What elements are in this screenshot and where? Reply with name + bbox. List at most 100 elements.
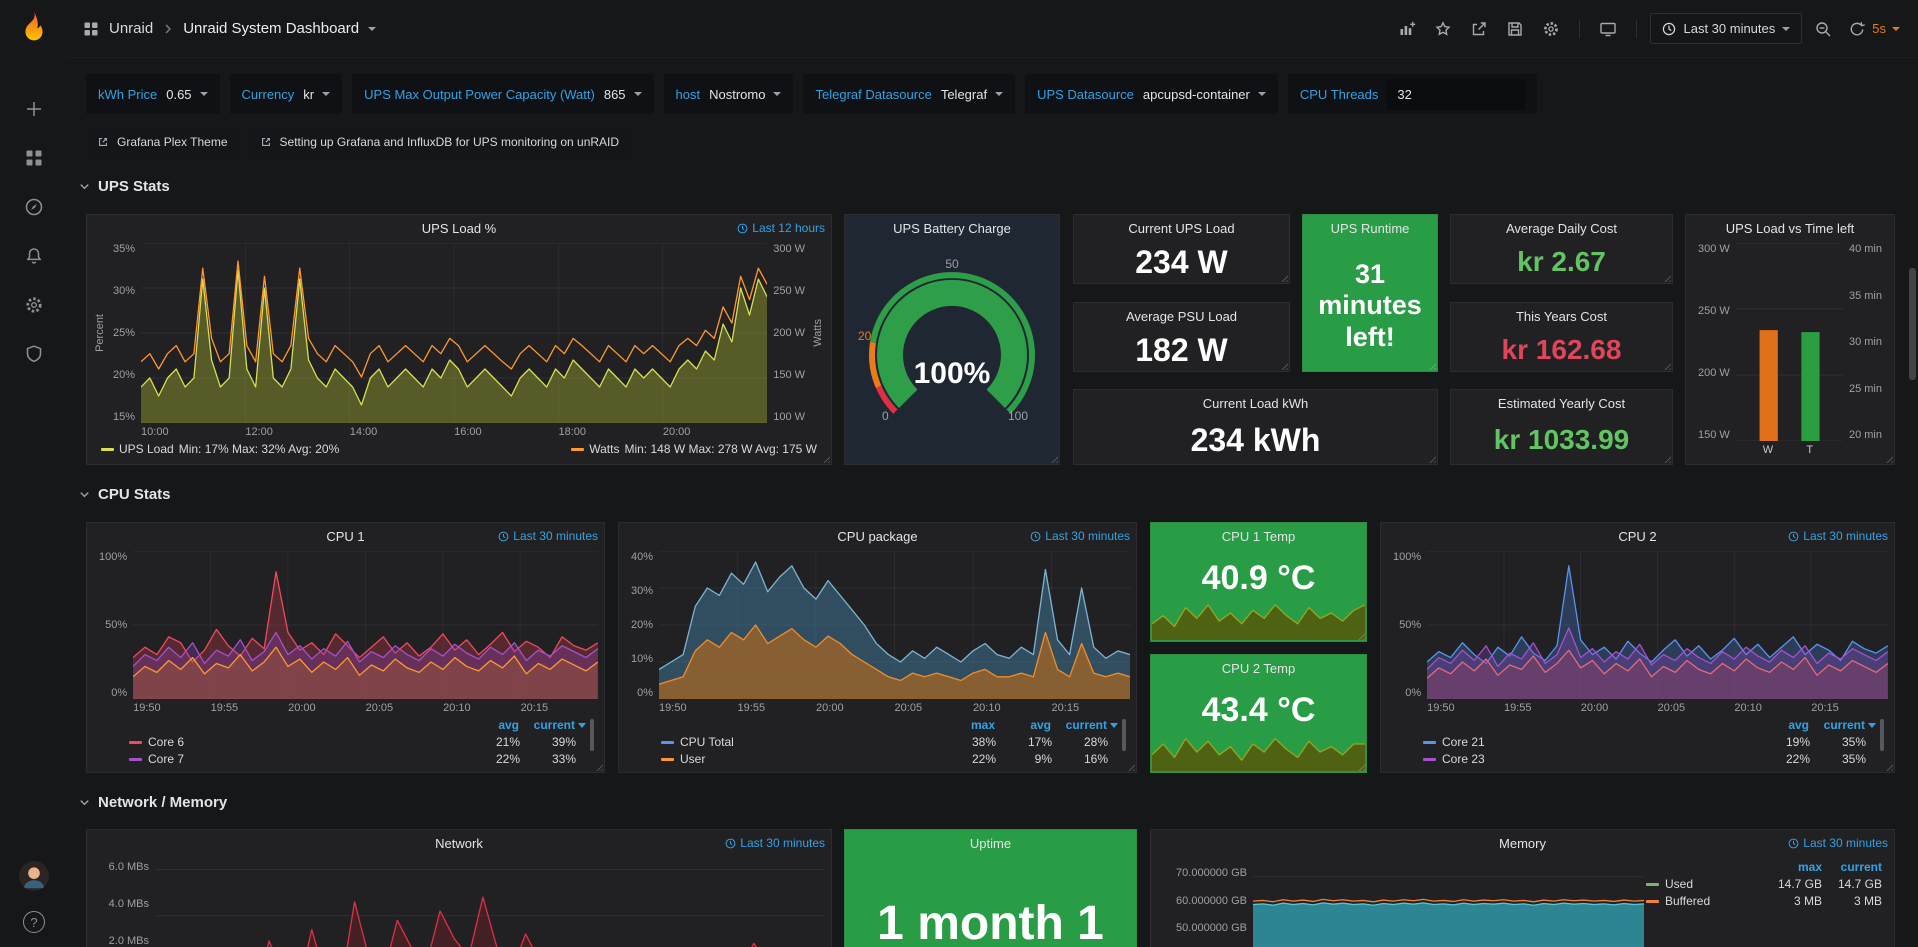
add-panel-button[interactable]: [1392, 14, 1422, 44]
star-icon: [1434, 20, 1452, 38]
time-range-label: Last 30 minutes: [1683, 21, 1775, 36]
legend-series-toggle[interactable]: User 22% 9% 16%: [661, 752, 1108, 766]
panel-time-range[interactable]: Last 30 minutes: [498, 529, 598, 543]
panel-title[interactable]: Uptime: [970, 836, 1011, 851]
panel-time-range[interactable]: Last 30 minutes: [1788, 529, 1888, 543]
configuration-gear-icon[interactable]: [24, 295, 44, 315]
user-avatar[interactable]: [19, 861, 49, 891]
panel-cpu2-temp: CPU 2 Temp 43.4 °C: [1150, 654, 1367, 773]
legend-series-toggle[interactable]: Used 14.7 GB 14.7 GB: [1646, 877, 1882, 891]
plot-area[interactable]: 19:5019:5520:0020:0520:1020:15: [1427, 551, 1888, 699]
dashboard-dropdown-caret[interactable]: [368, 27, 376, 31]
legend-scrollbar[interactable]: [590, 719, 594, 751]
section-cpu-stats[interactable]: CPU Stats: [78, 483, 171, 505]
legend-col-max[interactable]: max: [939, 718, 995, 732]
variable-value-dropdown[interactable]: apcupsd-container: [1143, 87, 1266, 102]
panel-time-range[interactable]: Last 12 hours: [737, 221, 825, 235]
legend-col-avg[interactable]: avg: [1753, 718, 1809, 732]
save-button[interactable]: [1500, 14, 1530, 44]
panel-title[interactable]: CPU package: [837, 529, 917, 544]
legend-series-toggle[interactable]: Watts Min: 148 W Max: 278 W Avg: 175 W: [571, 442, 817, 456]
panel-title[interactable]: Current Load kWh: [1203, 396, 1309, 411]
variable-value-dropdown[interactable]: 865: [604, 87, 642, 102]
section-network-memory[interactable]: Network / Memory: [78, 791, 227, 813]
panel-time-range[interactable]: Last 30 minutes: [1788, 836, 1888, 850]
star-button[interactable]: [1428, 14, 1458, 44]
section-ups-stats[interactable]: UPS Stats: [78, 175, 170, 197]
plot-area[interactable]: 10:0012:0014:0016:0018:0020:00: [141, 243, 767, 423]
legend-series-toggle[interactable]: UPS Load Min: 17% Max: 32% Avg: 20%: [101, 442, 339, 456]
tick-label: 19:50: [1427, 702, 1504, 714]
share-button[interactable]: [1464, 14, 1494, 44]
legend-col-avg[interactable]: avg: [463, 718, 519, 732]
tick-label: 50.000000 GB: [1176, 922, 1247, 934]
grafana-logo-icon[interactable]: [15, 10, 53, 53]
panel-time-range[interactable]: Last 30 minutes: [1030, 529, 1130, 543]
variable-value-dropdown[interactable]: kr: [303, 87, 330, 102]
zoom-out-button[interactable]: [1808, 14, 1838, 44]
legend-series-toggle[interactable]: Core 6 21% 39%: [129, 735, 576, 749]
page-scrollbar[interactable]: [1909, 268, 1916, 380]
panel-title[interactable]: UPS Load vs Time left: [1726, 221, 1855, 236]
plot-area[interactable]: [155, 858, 825, 947]
panel-title[interactable]: Network: [435, 836, 483, 851]
plot-area[interactable]: 19:5019:5520:0020:0520:1020:15: [659, 551, 1130, 699]
legend-col-current[interactable]: current: [1809, 718, 1865, 732]
link-ups-monitoring-guide[interactable]: Setting up Grafana and InfluxDB for UPS …: [249, 128, 631, 155]
divider: [1636, 20, 1637, 38]
variable-value-dropdown[interactable]: 0.65: [166, 87, 207, 102]
panel-title[interactable]: Memory: [1499, 836, 1546, 851]
time-range-picker[interactable]: Last 30 minutes: [1650, 13, 1802, 44]
legend-series-toggle[interactable]: Core 7 22% 33%: [129, 752, 576, 766]
cpu-threads-input[interactable]: [1387, 79, 1525, 110]
legend-series-toggle[interactable]: Buffered 3 MB 3 MB: [1646, 894, 1882, 908]
panel-title[interactable]: UPS Runtime: [1331, 221, 1410, 236]
panel-title[interactable]: CPU 2 Temp: [1222, 661, 1295, 676]
legend-series-toggle[interactable]: CPU Total 38% 17% 28%: [661, 735, 1108, 749]
dashboard-links: Grafana Plex Theme Setting up Grafana an…: [86, 128, 630, 155]
variable-value-dropdown[interactable]: Nostromo: [709, 87, 781, 102]
legend-scrollbar[interactable]: [1122, 719, 1126, 751]
legend-col-current[interactable]: current: [519, 718, 575, 732]
panel-title[interactable]: Current UPS Load: [1128, 221, 1234, 236]
breadcrumb-app[interactable]: Unraid: [109, 20, 153, 37]
refresh-interval-caret: [1892, 27, 1900, 31]
tick-label: 20:00: [816, 702, 895, 714]
alerting-bell-icon[interactable]: [24, 246, 44, 266]
panel-title[interactable]: CPU 2: [1618, 529, 1656, 544]
cycle-view-button[interactable]: [1593, 14, 1623, 44]
legend-col-current[interactable]: current: [1822, 860, 1882, 874]
gear-icon: [1542, 20, 1560, 38]
help-icon[interactable]: ?: [23, 911, 45, 933]
dashboards-icon[interactable]: [24, 148, 44, 168]
panel-title[interactable]: CPU 1: [326, 529, 364, 544]
legend-series-toggle[interactable]: Core 21 19% 35%: [1423, 735, 1866, 749]
panel-title[interactable]: Average Daily Cost: [1506, 221, 1617, 236]
tick-label: 30 min: [1849, 336, 1882, 348]
legend-series-toggle[interactable]: Core 23 22% 35%: [1423, 752, 1866, 766]
dashboard-title[interactable]: Unraid System Dashboard: [183, 20, 359, 37]
panel-title[interactable]: Estimated Yearly Cost: [1498, 396, 1625, 411]
legend-scrollbar[interactable]: [1880, 719, 1884, 751]
legend-col-max[interactable]: max: [1762, 860, 1822, 874]
legend-col-current[interactable]: current: [1051, 718, 1107, 732]
panel-title[interactable]: UPS Load %: [422, 221, 496, 236]
create-plus-icon[interactable]: [24, 99, 44, 119]
server-admin-shield-icon[interactable]: [24, 344, 44, 364]
plot-area[interactable]: W T: [1736, 243, 1843, 441]
panel-title[interactable]: UPS Battery Charge: [893, 221, 1011, 236]
explore-compass-icon[interactable]: [24, 197, 44, 217]
panel-title[interactable]: Average PSU Load: [1126, 309, 1237, 324]
panel-title[interactable]: This Years Cost: [1516, 309, 1607, 324]
plot-area[interactable]: [1253, 858, 1644, 947]
refresh-controls[interactable]: 5s: [1844, 20, 1904, 38]
legend-col-avg[interactable]: avg: [995, 718, 1051, 732]
plot-area[interactable]: 19:5019:5520:0020:0520:1020:15: [133, 551, 598, 699]
variable-value-dropdown[interactable]: Telegraf: [941, 87, 1003, 102]
panel-time-range[interactable]: Last 30 minutes: [725, 836, 825, 850]
clock-icon: [1788, 838, 1799, 849]
link-grafana-plex-theme[interactable]: Grafana Plex Theme: [86, 128, 239, 155]
panel-title[interactable]: CPU 1 Temp: [1222, 529, 1295, 544]
dashboard-settings-button[interactable]: [1536, 14, 1566, 44]
panel-ups-runtime: UPS Runtime 31 minutes left!: [1302, 214, 1438, 372]
